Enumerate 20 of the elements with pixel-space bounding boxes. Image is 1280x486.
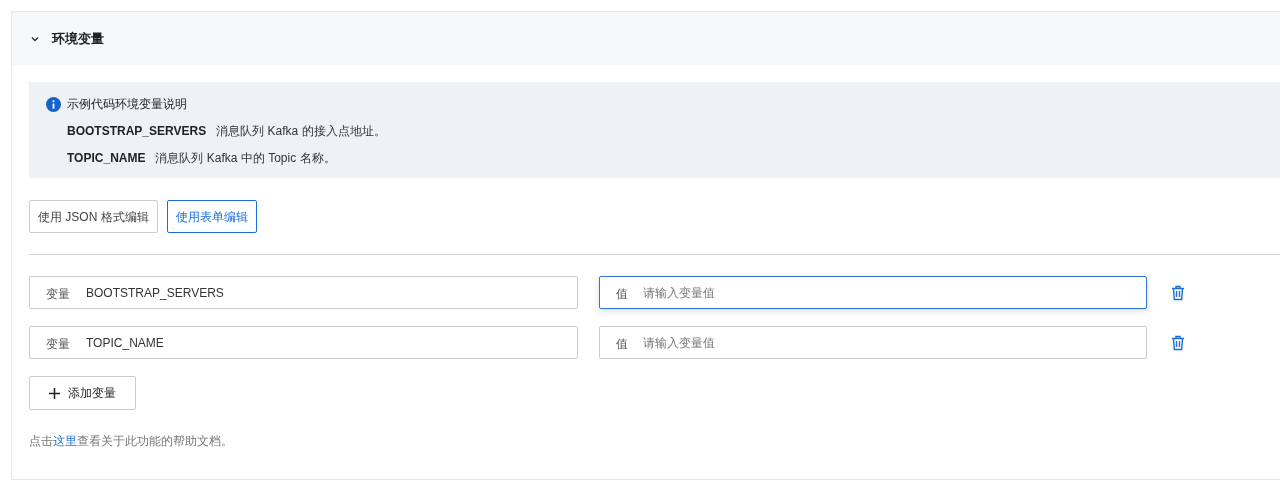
section-header[interactable]: 环境变量 (12, 12, 1280, 65)
help-text: 点击这里查看关于此功能的帮助文档。 (29, 433, 234, 450)
plus-icon (49, 387, 60, 399)
info-icon (46, 96, 61, 112)
add-variable-button[interactable]: 添加变量 (29, 376, 136, 410)
variable-description: 消息队列 Kafka 的接入点地址。 (216, 123, 386, 140)
variable-description: 消息队列 Kafka 中的 Topic 名称。 (155, 150, 336, 167)
section-title: 环境变量 (52, 29, 104, 48)
field-label: 值 (616, 286, 628, 303)
variable-name: BOOTSTRAP_SERVERS (67, 123, 207, 140)
field-label: 变量 (46, 286, 70, 303)
mode-button[interactable]: 使用 JSON 格式编辑 (29, 200, 158, 233)
variable-name: TOPIC_NAME (67, 150, 146, 167)
info-title: 示例代码环境变量说明 (67, 96, 187, 113)
delete-icon[interactable] (1171, 284, 1185, 301)
field-label: 变量 (46, 336, 70, 353)
delete-icon[interactable] (1171, 334, 1185, 351)
field-label: 值 (616, 336, 628, 353)
help-link[interactable]: 这里 (53, 434, 77, 448)
mode-button[interactable]: 使用表单编辑 (166, 200, 257, 233)
